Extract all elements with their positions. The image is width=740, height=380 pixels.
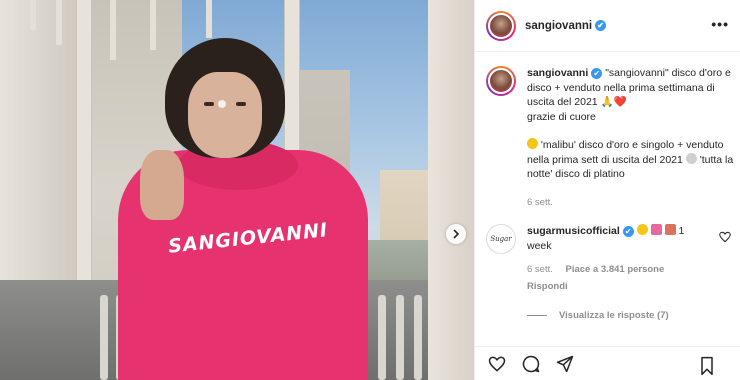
spire (110, 0, 116, 60)
avatar[interactable] (486, 10, 516, 41)
lollipop (218, 100, 226, 108)
smile-emoji-icon (685, 152, 697, 164)
spire (206, 0, 212, 38)
caption-body: sangiovanni ✔ "sangiovanni" disco d'oro e… (527, 66, 734, 210)
comments-list: sangiovanni ✔ "sangiovanni" disco d'oro e… (486, 66, 734, 321)
smile-emoji-icon (527, 138, 538, 149)
header-username[interactable]: sangiovanni ✔ (525, 19, 607, 32)
spire (8, 0, 14, 40)
verified-icon: ✔ (591, 67, 603, 79)
balcony-rail (100, 295, 108, 380)
spire (56, 0, 62, 45)
post-photo[interactable]: SANGIOVANNI (0, 0, 474, 380)
comment-button[interactable] (520, 353, 542, 375)
share-button[interactable] (554, 353, 576, 375)
balcony-rail (396, 295, 404, 380)
face (188, 72, 262, 158)
comment-icon (522, 355, 540, 372)
window-frame-right (428, 0, 474, 380)
spire (30, 0, 36, 30)
view-replies-button[interactable]: Visualizza le risposte (7) (527, 310, 734, 321)
caption-thanks: grazie di cuore (527, 110, 596, 123)
share-icon (556, 355, 574, 372)
balcony-rail (414, 295, 422, 380)
caption: sangiovanni ✔ "sangiovanni" disco d'oro e… (486, 66, 734, 210)
post-header: sangiovanni ✔ ••• (475, 0, 740, 52)
chevron-right-icon (453, 229, 460, 239)
divider-line (527, 315, 547, 316)
sugar-avatar[interactable]: Sugar (486, 224, 516, 254)
heart-icon[interactable] (718, 230, 732, 244)
comment-username[interactable]: sugarmusicofficial (527, 225, 620, 237)
post-sidebar: sangiovanni ✔ ••• sangiovanni ✔ "sangiovan… (474, 0, 740, 380)
balcony-rail (378, 295, 386, 380)
heart-icon (488, 356, 506, 372)
save-button[interactable] (696, 355, 718, 377)
like-button[interactable] (486, 353, 508, 375)
comment-time[interactable]: 6 sett. (527, 264, 553, 275)
bookmark-icon (701, 356, 713, 376)
verified-icon: ✔ (595, 19, 607, 31)
action-bar (475, 346, 740, 380)
more-icon[interactable]: ••• (711, 16, 729, 32)
smile-emoji-icon (636, 224, 648, 235)
hand-gesture (140, 150, 184, 220)
verified-icon: ✔ (622, 225, 634, 237)
lollipop-emoji-icon (664, 224, 676, 235)
avatar[interactable] (486, 66, 516, 96)
next-photo-button[interactable] (446, 224, 466, 244)
comment-body: sugarmusicofficial ✔ 1 week 6 sett. Piace… (527, 224, 702, 294)
caption-time[interactable]: 6 sett. (527, 196, 734, 211)
eye (236, 102, 246, 106)
spire (150, 0, 156, 50)
reply-button[interactable]: Rispondi (527, 281, 568, 292)
comment-likes[interactable]: Piace a 3.841 persone (566, 264, 665, 275)
bow-emoji-icon (650, 224, 662, 235)
caption-paragraph-2: 'malibu' disco d'oro e singolo + venduto… (527, 138, 734, 180)
comment-meta: 6 sett. Piace a 3.841 persone Rispondi (527, 263, 702, 294)
caption-username[interactable]: sangiovanni (527, 67, 588, 79)
comment-item: Sugar sugarmusicofficial ✔ 1 week 6 sett.… (486, 224, 734, 294)
eye (204, 102, 214, 106)
